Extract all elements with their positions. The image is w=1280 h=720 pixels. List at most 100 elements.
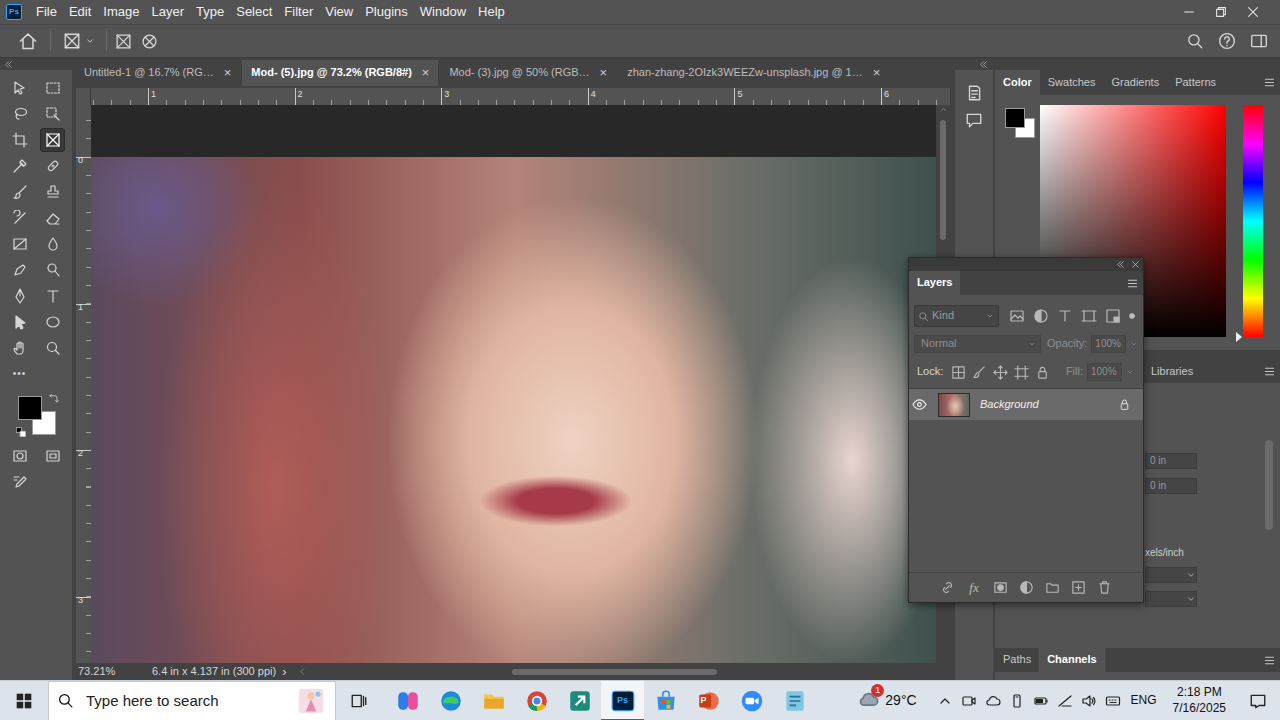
menu-item[interactable]: Image: [97, 0, 145, 24]
mode-dropdown[interactable]: [1145, 567, 1197, 583]
photoshop-taskbar-button[interactable]: Ps: [601, 681, 644, 720]
collapse-icon[interactable]: [4, 60, 13, 69]
opacity-value[interactable]: 100%: [1091, 335, 1126, 353]
filter-input[interactable]: [932, 309, 982, 322]
app-taskbar-button[interactable]: [558, 681, 601, 720]
search-input[interactable]: [84, 691, 287, 711]
caret-icon[interactable]: [1126, 339, 1142, 349]
weather[interactable]: 1 29°C: [851, 688, 922, 713]
keyboard-icon[interactable]: [1105, 693, 1121, 709]
object-select-tool-icon[interactable]: [40, 102, 65, 126]
libraries-tab[interactable]: Libraries: [1143, 360, 1201, 383]
collapse-icon[interactable]: [1116, 260, 1125, 269]
notification-icon[interactable]: [1249, 692, 1267, 710]
panel-menu-icon[interactable]: [1263, 70, 1276, 95]
onedrive-icon[interactable]: [985, 693, 1001, 709]
gradient-tool-icon[interactable]: [7, 232, 32, 256]
zoom-taskbar-button[interactable]: [730, 681, 773, 720]
zoom-level[interactable]: 73.21%: [78, 665, 152, 678]
file-explorer-taskbar-button[interactable]: [472, 681, 515, 720]
collapse-icon[interactable]: [979, 60, 988, 69]
clock[interactable]: 2:18 PM 7/16/2025: [1173, 685, 1226, 716]
tab-close[interactable]: ×: [224, 65, 232, 81]
swap-colors-icon[interactable]: [48, 393, 59, 404]
type-filter-icon[interactable]: [1057, 308, 1073, 324]
eye-icon[interactable]: [912, 397, 927, 412]
input-language[interactable]: ENG: [1131, 693, 1157, 707]
powerpoint-icon[interactable]: P: [696, 688, 722, 714]
home-icon[interactable]: [18, 31, 38, 51]
menu-item[interactable]: Select: [230, 0, 278, 24]
start-button[interactable]: [0, 681, 48, 720]
comments-panel-icon[interactable]: [965, 111, 983, 129]
scroll-thumb[interactable]: [940, 120, 946, 240]
menu-item[interactable]: Help: [472, 0, 511, 24]
status-more[interactable]: ›: [282, 664, 286, 680]
visibility-toggle[interactable]: [909, 397, 929, 412]
quick-mask-icon[interactable]: [3, 443, 36, 469]
close-icon[interactable]: [1237, 0, 1269, 24]
adjustment-filter-icon[interactable]: [1033, 308, 1049, 324]
stamp-tool-icon[interactable]: [40, 180, 65, 204]
blur-tool-icon[interactable]: [40, 232, 65, 256]
new-layer-icon[interactable]: [1071, 580, 1086, 595]
more-tools[interactable]: •••: [3, 361, 36, 387]
photoshop-icon[interactable]: Ps: [610, 688, 636, 714]
menu-item[interactable]: File: [30, 0, 63, 24]
hand-tool-icon[interactable]: [7, 336, 32, 360]
link-icon[interactable]: [940, 580, 955, 595]
ellipse-tool-icon[interactable]: [40, 310, 65, 334]
panel-menu-icon[interactable]: [1263, 360, 1276, 383]
eraser-tool-icon[interactable]: [40, 206, 65, 230]
frame-tool-icon[interactable]: [40, 128, 65, 152]
lock-position-icon[interactable]: [993, 365, 1008, 380]
smudge-tool-icon[interactable]: [7, 258, 32, 282]
close-icon[interactable]: [1131, 260, 1140, 269]
scroll-thumb[interactable]: [512, 669, 717, 675]
panel-menu-icon[interactable]: [1126, 271, 1139, 295]
rectangle-frame-icon[interactable]: [115, 33, 132, 50]
vertical-ruler[interactable]: 0123: [76, 105, 91, 663]
scroll-left-icon[interactable]: [298, 667, 307, 676]
menu-item[interactable]: Layer: [146, 0, 191, 24]
pen-icon[interactable]: [1057, 693, 1073, 709]
notepad-taskbar-button[interactable]: [773, 681, 816, 720]
layers-panel-tab[interactable]: Layers: [909, 271, 960, 295]
folder-icon[interactable]: [1045, 580, 1060, 595]
lock-all-icon[interactable]: [1035, 365, 1050, 380]
color-panel-tab[interactable]: Gradients: [1103, 70, 1167, 95]
panel-header[interactable]: [909, 258, 1143, 271]
shape-filter-icon[interactable]: [1081, 308, 1097, 324]
channels-panel-tab[interactable]: Channels: [1039, 648, 1105, 672]
color-panel-tab[interactable]: Patterns: [1167, 70, 1224, 95]
color-panel-tab[interactable]: Color: [995, 70, 1040, 95]
caret-icon[interactable]: [84, 35, 96, 47]
height-field[interactable]: 0 in: [1145, 478, 1197, 494]
powerpoint-taskbar-button[interactable]: P: [687, 681, 730, 720]
depth-dropdown[interactable]: [1145, 591, 1197, 607]
color-panel-tab[interactable]: Swatches: [1040, 70, 1104, 95]
pen-tool-icon[interactable]: [7, 284, 32, 308]
channels-panel-tab[interactable]: Paths: [995, 648, 1039, 672]
move-tool-icon[interactable]: [7, 76, 32, 100]
dodge-tool-icon[interactable]: [40, 258, 65, 282]
minimize-icon[interactable]: [1173, 0, 1205, 24]
weather-widget[interactable]: 1: [857, 688, 879, 713]
document-tab[interactable]: Untitled-1 @ 16.7% (RG…×: [75, 60, 240, 86]
healing-tool-icon[interactable]: [40, 154, 65, 178]
panel-scrollbar[interactable]: [1265, 440, 1275, 648]
copilot-taskbar-button[interactable]: [386, 681, 429, 720]
horizontal-ruler[interactable]: 123456: [91, 88, 950, 105]
chrome-icon[interactable]: [524, 688, 550, 714]
document-photo[interactable]: [91, 157, 936, 663]
restore-icon[interactable]: [1205, 0, 1237, 24]
layer-name[interactable]: Background: [980, 398, 1039, 411]
width-field[interactable]: 0 in: [1145, 453, 1197, 469]
document-tab[interactable]: zhan-zhang-2OIzk3WEEZw-unsplash.jpg @ 1……: [618, 60, 889, 86]
lock-artboard-icon[interactable]: [1014, 365, 1029, 380]
lock-icon[interactable]: [1118, 398, 1131, 411]
hue-slider[interactable]: [1243, 105, 1263, 337]
menu-item[interactable]: Edit: [63, 0, 97, 24]
store-icon[interactable]: [653, 688, 679, 714]
hue-marker[interactable]: [1236, 332, 1242, 342]
